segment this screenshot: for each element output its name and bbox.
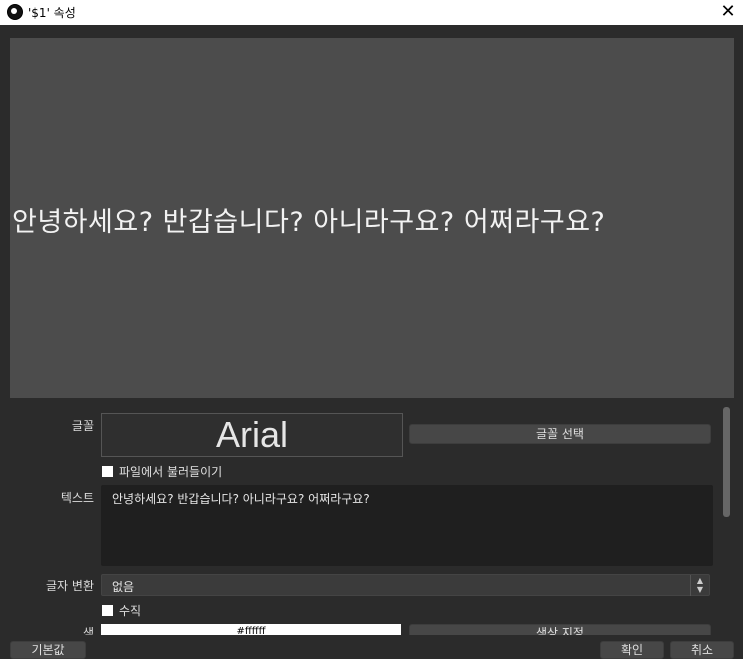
obs-logo-icon — [7, 4, 23, 20]
cancel-button[interactable]: 취소 — [670, 641, 734, 659]
close-icon[interactable]: ✕ — [713, 0, 743, 25]
from-file-label: 파일에서 불러들이기 — [119, 465, 223, 479]
checkbox-icon[interactable] — [102, 466, 113, 477]
button-bar: 기본값 확인 취소 — [0, 640, 743, 659]
transform-label: 글자 변환 — [46, 579, 94, 593]
select-font-button[interactable]: 글꼴 선택 — [409, 424, 711, 444]
vertical-checkbox[interactable]: 수직 — [102, 602, 141, 619]
title-bar: '$1' 속성 ✕ — [0, 0, 743, 25]
spinner-icon[interactable]: ▲ ▼ — [690, 575, 709, 596]
properties-panel: 글꼴 Arial 글꼴 선택 파일에서 불러들이기 텍스트 안녕하세요? 반갑습… — [0, 405, 720, 635]
scrollbar-thumb[interactable] — [723, 407, 730, 517]
transform-value: 없음 — [112, 580, 135, 594]
window-title: '$1' 속성 — [28, 6, 76, 20]
vertical-scrollbar[interactable] — [722, 405, 732, 635]
transform-select[interactable]: 없음 ▲ ▼ — [101, 574, 710, 596]
ok-button[interactable]: 확인 — [600, 641, 664, 659]
vertical-label: 수직 — [119, 604, 142, 618]
text-label: 텍스트 — [60, 491, 94, 505]
checkbox-icon[interactable] — [102, 605, 113, 616]
color-label: 색 — [82, 626, 94, 635]
defaults-button[interactable]: 기본값 — [10, 641, 86, 659]
font-label: 글꼴 — [71, 419, 94, 433]
preview-text: 안녕하세요? 반갑습니다? 아니라구요? 어쩌라구요? — [12, 207, 606, 238]
from-file-checkbox[interactable]: 파일에서 불러들이기 — [102, 463, 222, 480]
text-input[interactable]: 안녕하세요? 반갑습니다? 아니라구요? 어쩌라구요? — [101, 485, 713, 566]
select-color-button[interactable]: 색상 지정 — [409, 624, 711, 635]
preview-area: 안녕하세요? 반갑습니다? 아니라구요? 어쩌라구요? — [10, 38, 734, 398]
color-swatch: #ffffff — [101, 624, 401, 635]
font-preview: Arial — [101, 413, 403, 457]
